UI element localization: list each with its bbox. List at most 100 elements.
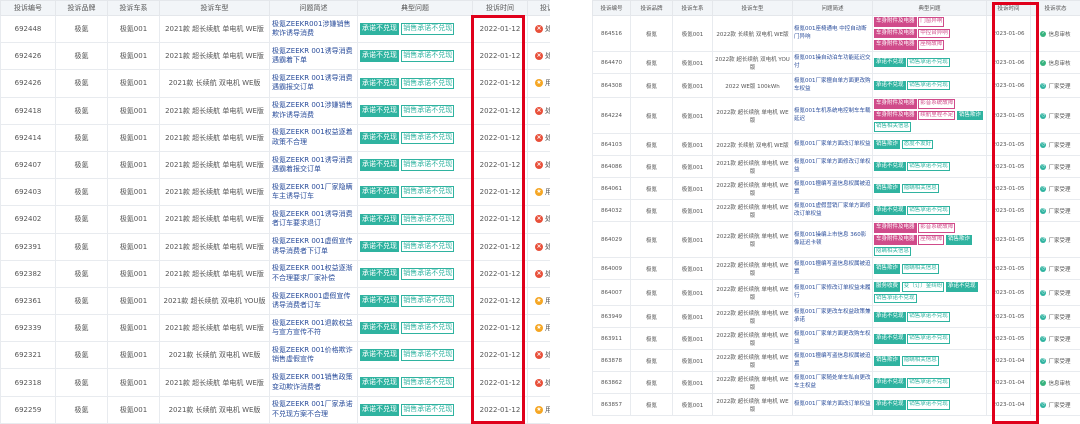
column-header[interactable]: 投诉车型 [712,0,793,16]
complaint-summary-link[interactable]: 极氪ZEEKR 001诱导消费遇霸报交订单 [269,69,358,98]
issue-tag[interactable]: 承诺不兑现 [874,80,906,91]
table-row[interactable]: 863857 极氪 极氪001 2022款 超长续航 单电机 WE版 极氪001厂家单方… [592,393,1080,417]
issue-tag[interactable]: 服务收费 [874,282,901,292]
issue-tag[interactable]: 销售欺诈 [946,234,973,245]
issue-tag[interactable]: 销售承诺不兑现 [907,311,950,322]
issue-tag[interactable]: 销售承诺不兑现 [907,333,950,344]
issue-tag[interactable]: 车身附件及电器 [874,110,917,121]
issue-tag[interactable]: 销售承诺不兑现 [874,293,917,304]
column-header[interactable]: 典型问题 [357,0,473,16]
column-header[interactable]: 问题简述 [792,0,873,16]
table-row[interactable]: 692402 极氪 极氪001 2021款 超长续航 单电机 WE版 极氪ZEEKR 0… [0,205,550,234]
issue-tag[interactable]: 承诺不兑现 [874,57,906,68]
table-row[interactable]: 864224 极氪 极氪001 2022款 超长续航 单电机 WE版 极氪001车机系统… [592,97,1080,135]
column-header[interactable]: 投诉品牌 [55,0,108,16]
table-row[interactable]: 692403 极氪 极氪001 2021款 超长续航 单电机 WE版 极氪ZEEKR 0… [0,178,550,207]
complaint-summary-link[interactable]: 极氪001厂家修改订单权益未履行 [792,279,873,307]
column-header[interactable]: 投诉车系 [107,0,160,16]
table-row[interactable]: 692321 极氪 极氪001 2021款 长续航 双电机 WE版 极氪ZEEKR 00… [0,341,550,370]
issue-tag[interactable]: 销售欺诈 [874,263,901,274]
table-row[interactable]: 864308 极氪 极氪001 2022 WE版 100kWh 极氪001厂家擅自单方面… [592,73,1080,99]
complaint-summary-link[interactable]: 极氪001座椅通电 中控自动断门异响 [792,14,873,53]
column-header[interactable]: 投诉状态 [1030,0,1080,16]
issue-tag[interactable]: 销售承诺不兑现 [401,240,455,253]
issue-tag[interactable]: 承诺不兑现 [360,77,399,90]
complaint-summary-link[interactable]: 极氪001虚假营销厂家单方面修改订单权益 [792,199,873,223]
issue-tag[interactable]: 态度不友好 [901,139,934,150]
issue-tag[interactable]: 销售承诺不兑现 [907,205,950,216]
complaint-summary-link[interactable]: 极氪001厂家更改车权益政策兼承诺 [792,305,873,329]
issue-tag[interactable]: 销售承诺不兑现 [401,77,455,90]
table-row[interactable]: 692361 极氪 极氪001 2021款 超长续航 双电机 YOU版 极氪ZEEKR0… [0,286,550,316]
issue-tag[interactable]: 承诺不兑现 [360,267,399,280]
issue-tag[interactable]: 承诺不兑现 [874,161,906,172]
column-header[interactable]: 投诉时间 [986,0,1031,16]
complaint-summary-link[interactable]: 极氪ZEEKR 001虚假宣传诱导消费者下订单 [269,232,358,261]
issue-tag[interactable]: 销售承诺不兑现 [401,23,455,35]
issue-tag[interactable]: 销售承诺不兑现 [401,104,455,117]
complaint-summary-link[interactable]: 极氪ZEEKR001涉嫌销售欺诈诱导消费 [269,14,358,44]
complaint-summary-link[interactable]: 极氪001擅编写盗信息权属被迫置 [792,349,873,373]
complaint-summary-link[interactable]: 极氪001厂家单方面改订单权益 [792,133,873,157]
issue-tag[interactable]: 承诺不兑现 [874,311,906,322]
complaint-summary-link[interactable]: 极氪001厂家擅自单方面更改购车权益 [792,73,873,99]
table-row[interactable]: 864086 极氪 极氪001 2021款 超长续航 单电机 WE版 极氪001厂家单方… [592,155,1080,179]
complaint-summary-link[interactable]: 极氪ZEEKR 001销售政策变动欺诈消费者 [269,368,358,397]
issue-tag[interactable]: 销售承诺不兑现 [401,376,455,389]
column-header[interactable]: 投诉状态 [527,0,550,16]
column-header[interactable]: 投诉编号 [592,0,631,16]
column-header[interactable]: 投诉车系 [672,0,713,16]
complaint-summary-link[interactable]: 极氪001厂家单方面更改购车权益 [792,327,873,351]
issue-tag[interactable]: 承诺不兑现 [874,399,906,410]
table-row[interactable]: 864103 极氪 极氪001 2022款 长续航 双电机 WE版 极氪001厂家单方面… [592,133,1080,157]
complaint-summary-link[interactable]: 极氪001车机系统电控制车车载延迟 [792,97,873,135]
issue-tag[interactable]: 承诺不兑现 [360,322,399,335]
issue-tag[interactable]: 隐瞒相关信息 [874,246,912,257]
issue-tag[interactable]: 中控台异响 [918,28,950,39]
issue-tag[interactable]: 销售承诺不兑现 [907,80,950,91]
complaint-summary-link[interactable]: 极氪ZEEKR 001涉嫌销售欺诈诱导消费 [269,96,358,125]
issue-tag[interactable]: 承诺不兑现 [874,205,906,216]
issue-tag[interactable]: 隐瞒相关信息 [901,355,939,366]
issue-tag[interactable]: 承诺不兑现 [360,159,399,171]
issue-tag[interactable]: 变（订）金纠纷 [901,282,945,292]
table-row[interactable]: 692391 极氪 极氪001 2021款 超长续航 单电机 WE版 极氪ZEEKR 0… [0,232,550,261]
issue-tag[interactable]: 销售欺诈 [874,139,901,150]
issue-tag[interactable]: 承诺不兑现 [946,282,978,292]
issue-tag[interactable]: 承诺不兑现 [874,377,906,388]
issue-tag[interactable]: 销售相关信息 [874,122,912,133]
issue-tag[interactable]: 隐瞒相关信息 [901,183,939,194]
table-row[interactable]: 692407 极氪 极氪001 2021款 超长续航 单电机 WE版 极氪ZEEKR 0… [0,150,550,180]
issue-tag[interactable]: 承诺不兑现 [360,104,399,117]
complaint-summary-link[interactable]: 极氪ZEEKR001虚假宣传诱导消费者订车 [269,286,358,316]
issue-tag[interactable]: 销售承诺不兑现 [401,349,455,362]
issue-tag[interactable]: 承诺不兑现 [360,240,399,253]
issue-tag[interactable]: 销售承诺不兑现 [907,377,950,388]
complaint-summary-link[interactable]: 极氪ZEEKR 001权益逐渐不合理要求厂家补偿 [269,259,358,288]
issue-tag[interactable]: 座椅故障 [918,40,945,51]
issue-tag[interactable]: 承诺不兑现 [360,403,399,416]
complaint-summary-link[interactable]: 极氪001擅编写盗信息权属被迫置 [792,257,873,281]
table-row[interactable]: 864032 极氪 极氪001 2022款 超长续航 单电机 WE版 极氪001虚假营销… [592,199,1080,223]
issue-tag[interactable]: 承诺不兑现 [360,23,399,35]
column-header[interactable]: 问题简述 [269,0,358,16]
issue-tag[interactable]: 车身附件及电器 [874,40,917,51]
table-row[interactable]: 864029 极氪 极氪001 2022款 超长续航 单电机 WE版 极氪001操编上市… [592,221,1080,259]
issue-tag[interactable]: 承诺不兑现 [360,376,399,389]
issue-tag[interactable]: 影音系统故障 [918,99,956,109]
issue-tag[interactable]: 销售欺诈 [874,183,901,194]
issue-tag[interactable]: 销售欺诈 [874,355,901,366]
issue-tag[interactable]: 承诺不兑现 [360,50,399,63]
table-row[interactable]: 692339 极氪 极氪001 2021款 超长续航 单电机 WE版 极氪ZEEKR 0… [0,314,550,343]
table-row[interactable]: 863911 极氪 极氪001 2022款 超长续航 单电机 WE版 极氪001厂家单方… [592,327,1080,351]
issue-tag[interactable]: 销售承诺不兑现 [401,267,455,280]
complaint-summary-link[interactable]: 极氪001操自动泊车功能延迟交付 [792,51,873,75]
column-header[interactable]: 投诉编号 [0,0,56,16]
column-header[interactable]: 典型问题 [872,0,987,16]
issue-tag[interactable]: 车身附件及电器 [874,234,917,245]
column-header[interactable]: 投诉时间 [472,0,528,16]
issue-tag[interactable]: 销售承诺不兑现 [401,322,455,335]
table-row[interactable]: 863949 极氪 极氪001 2022款 超长续航 单电机 WE版 极氪001厂家更改… [592,305,1080,329]
table-row[interactable]: 864007 极氪 极氪001 2022款 超长续航 单电机 WE版 极氪001厂家修改… [592,279,1080,307]
issue-tag[interactable]: 销售承诺不兑现 [907,57,950,68]
